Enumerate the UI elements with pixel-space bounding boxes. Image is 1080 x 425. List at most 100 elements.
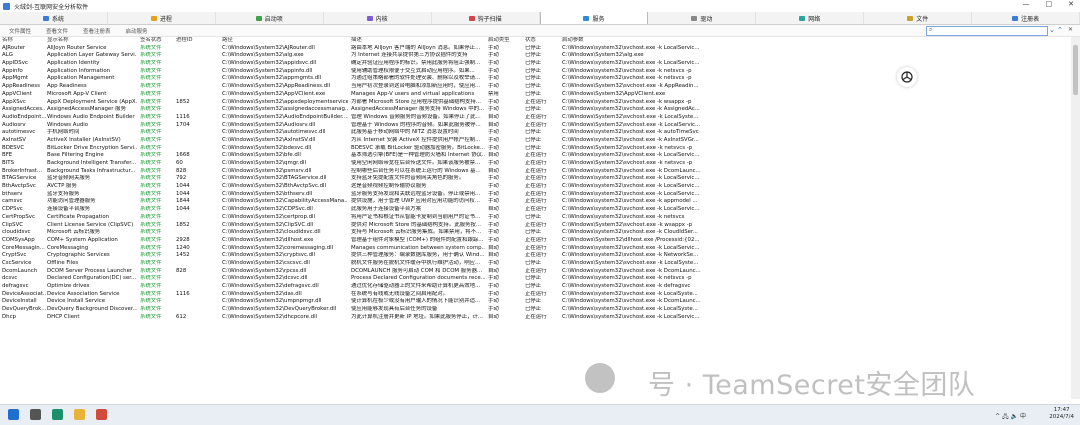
table-row[interactable]: AJRouter AllJoyn Router Service 系统文件 C:\Win… (0, 45, 1070, 53)
table-cell: 已停止 (525, 275, 542, 282)
table-cell: 手动 (488, 44, 499, 51)
table-cell: C:\Windows\system32\svchost.exe -k netsv… (562, 75, 692, 82)
search-icon[interactable] (30, 409, 41, 420)
tab-hook[interactable]: 钩子扫描 (432, 12, 540, 24)
tab-driver[interactable]: 驱动 (648, 12, 757, 24)
table-row[interactable]: dcsvc Declared Configuration(DC) ser... 系统… (0, 275, 1070, 283)
maximize-button[interactable]: □ (1046, 0, 1053, 8)
table-row[interactable]: Audiosrv Windows Audio 系统文件 1704 C:\Windows\… (0, 122, 1070, 130)
tab-process[interactable]: 进程 (108, 12, 216, 24)
table-cell: 1044 (176, 183, 190, 190)
table-row[interactable]: AppXSvc AppX Deployment Service (AppX... 系… (0, 99, 1070, 107)
column-header[interactable]: 描述 (351, 37, 485, 45)
table-cell: C:\Windows\System32\svchost.exe -k wsapp… (562, 221, 693, 228)
table-row[interactable]: AppVClient Microsoft App-V Client 系统文件 C:\W… (0, 91, 1070, 99)
table-row[interactable]: BthAvctpSvc AVCTP 服务 系统文件 1044 C:\Windows\Sy… (0, 183, 1070, 191)
search-down-icon[interactable]: ⌄ (1049, 26, 1055, 34)
tab-registry[interactable]: 注册表 (972, 12, 1080, 24)
scrollbar-thumb[interactable] (1073, 45, 1078, 95)
start-service-link[interactable]: 启动服务 (126, 27, 148, 35)
table-row[interactable]: AssignedAcces... AssignedAccessManager 服务… (0, 106, 1070, 114)
table-row[interactable]: autotimesvc 手机网络时间 系统文件 C:\Windows\System32… (0, 129, 1070, 137)
table-row[interactable]: CryptSvc Cryptographic Services 系统文件 1452 C:… (0, 252, 1070, 260)
table-cell: C:\Windows\System32\umpnpmgr.dll (222, 298, 322, 305)
column-header[interactable]: 进程ID (176, 37, 210, 45)
windows-start-icon[interactable] (8, 409, 19, 420)
table-row[interactable]: CscService Offline Files 系统文件 C:\Windows\Sy… (0, 260, 1070, 268)
table-cell: 手动 (488, 52, 499, 59)
table-cell: AJRouter (2, 44, 26, 51)
table-row[interactable]: CoreMessagin... CoreMessaging 系统文件 1240 C:\W… (0, 245, 1070, 253)
table-cell: 612 (176, 313, 187, 320)
table-cell: C:\Windows\System32\autotimesvc.dll (222, 129, 326, 136)
table-row[interactable]: CertPropSvc Certificate Propagation 系统文件 C:… (0, 214, 1070, 222)
table-row[interactable]: AudioEndpoint... Windows Audio Endpoint B… (0, 114, 1070, 122)
column-header[interactable]: 签名状态 (140, 37, 174, 45)
huorong-icon[interactable] (96, 409, 107, 420)
table-row[interactable]: COMSysApp COM+ System Application 系统文件 2928… (0, 237, 1070, 245)
floating-badge-icon[interactable] (897, 67, 917, 87)
explorer-icon[interactable] (74, 409, 85, 420)
system-tray-icons[interactable]: ^ 🖧 🔈 中 (995, 411, 1026, 422)
view-registry-link[interactable]: 查看注册表 (83, 27, 111, 35)
table-cell: Offline Files (47, 259, 79, 266)
table-cell: C:\Windows\System32\qmgr.dll (222, 160, 306, 166)
tab-startup[interactable]: 启动项 (216, 12, 324, 24)
table-cell: CoreMessagin... (2, 244, 45, 251)
table-row[interactable]: camsvc 功能访问管理器服务 系统文件 1844 C:\Windows\System… (0, 198, 1070, 206)
tab-file[interactable]: 文件 (864, 12, 973, 24)
tab-kernel[interactable]: 内核 (324, 12, 432, 24)
table-cell: 手动 (488, 306, 499, 313)
table-row[interactable]: BTAGService 蓝牙音频网关服务 系统文件 792 C:\Windows\Sys… (0, 175, 1070, 183)
table-row[interactable]: DeviceInstall Device Install Service 系统文件 C… (0, 298, 1070, 306)
tab-system[interactable]: 系统 (0, 12, 108, 24)
tab-label: 网络 (808, 15, 821, 23)
column-header[interactable]: 启动类型 (488, 37, 524, 45)
table-cell: defragsvc (2, 283, 29, 289)
view-file-link[interactable]: 查看文件 (46, 27, 68, 35)
edge-icon[interactable] (52, 409, 63, 420)
table-row[interactable]: BFE Base Filtering Engine 系统文件 1668 C:\Windo… (0, 152, 1070, 160)
table-row[interactable]: BITS Background Intelligent Transfer... 系统… (0, 160, 1070, 168)
table-cell: C:\Windows\system32\svchost.exe -k Assig… (562, 106, 700, 113)
table-row[interactable]: Dhcp DHCP Client 系统文件 612 C:\Windows\System3… (0, 314, 1070, 322)
table-row[interactable]: BDESVC BitLocker Drive Encryption Servi..… (0, 145, 1070, 153)
clock[interactable]: 17:47 2024/7/4 (1049, 407, 1074, 421)
search-close-icon[interactable]: ✕ (1068, 26, 1073, 33)
table-row[interactable]: AxInstSV ActiveX Installer (AxInstSV) 系统文件… (0, 137, 1070, 145)
table-cell: 正在运行 (525, 313, 547, 320)
table-row[interactable]: DeviceAssociat... Device Association Serv… (0, 291, 1070, 299)
title-bar: 火绒剑-互联网安全分析软件 — □ ✕ (0, 0, 1080, 12)
minimize-button[interactable]: — (1023, 0, 1030, 8)
table-cell: 828 (176, 267, 187, 274)
table-cell: C:\Windows\system32\svchost.exe -k DcomL… (562, 298, 701, 305)
table-row[interactable]: ALG Application Layer Gateway Servi... 系统文… (0, 52, 1070, 60)
tab-service[interactable]: 服务 (539, 12, 649, 24)
table-row[interactable]: ClipSVC Client License Service (ClipSVC) 系… (0, 222, 1070, 230)
table-row[interactable]: CDPSvc 连接设备平台服务 系统文件 1044 C:\Windows\System3… (0, 206, 1070, 214)
table-cell: C:\Windows\System32\dhcpcore.dll (222, 313, 318, 320)
table-row[interactable]: cloudidsvc Microsoft 云标识服务 系统文件 C:\Windows\… (0, 229, 1070, 237)
table-row[interactable]: DcomLaunch DCOM Server Process Launcher 系统… (0, 268, 1070, 276)
table-row[interactable]: defragsvc Optimize drives 系统文件 C:\Windows\S… (0, 283, 1070, 291)
table-row[interactable]: BrokerInfrast... Background Tasks Infrast… (0, 168, 1070, 176)
column-header[interactable]: 显示名称 (47, 37, 137, 45)
table-row[interactable]: DevQueryBrok... DevQuery Background Disco… (0, 306, 1070, 314)
search-up-icon[interactable]: ⌃ (1057, 26, 1063, 34)
table-cell: 手动 (488, 198, 499, 205)
vertical-scrollbar[interactable] (1071, 37, 1080, 399)
search-input[interactable]: ⌕ (926, 26, 1048, 36)
column-header[interactable]: 路径 (222, 37, 348, 45)
file-properties-link[interactable]: 文件属性 (9, 27, 31, 35)
table-cell: 此服务用于连接设备平台方案 (351, 206, 422, 213)
column-header[interactable]: 启动参数 (562, 37, 1070, 45)
column-header[interactable]: 状态 (525, 37, 559, 45)
column-header[interactable]: 名称 (2, 37, 46, 45)
table-cell: 792 (176, 175, 187, 182)
table-cell: AppMgmt (2, 75, 28, 82)
table-cell: 蓝牙支持服务 (47, 190, 80, 197)
close-button[interactable]: ✕ (1068, 0, 1074, 8)
table-cell: 此服务基于移动网络中的 NITZ 消息设置时间 (351, 129, 459, 136)
table-row[interactable]: bthserv 蓝牙支持服务 系统文件 1044 C:\Windows\System32… (0, 191, 1070, 199)
tab-network[interactable]: 网络 (756, 12, 865, 24)
